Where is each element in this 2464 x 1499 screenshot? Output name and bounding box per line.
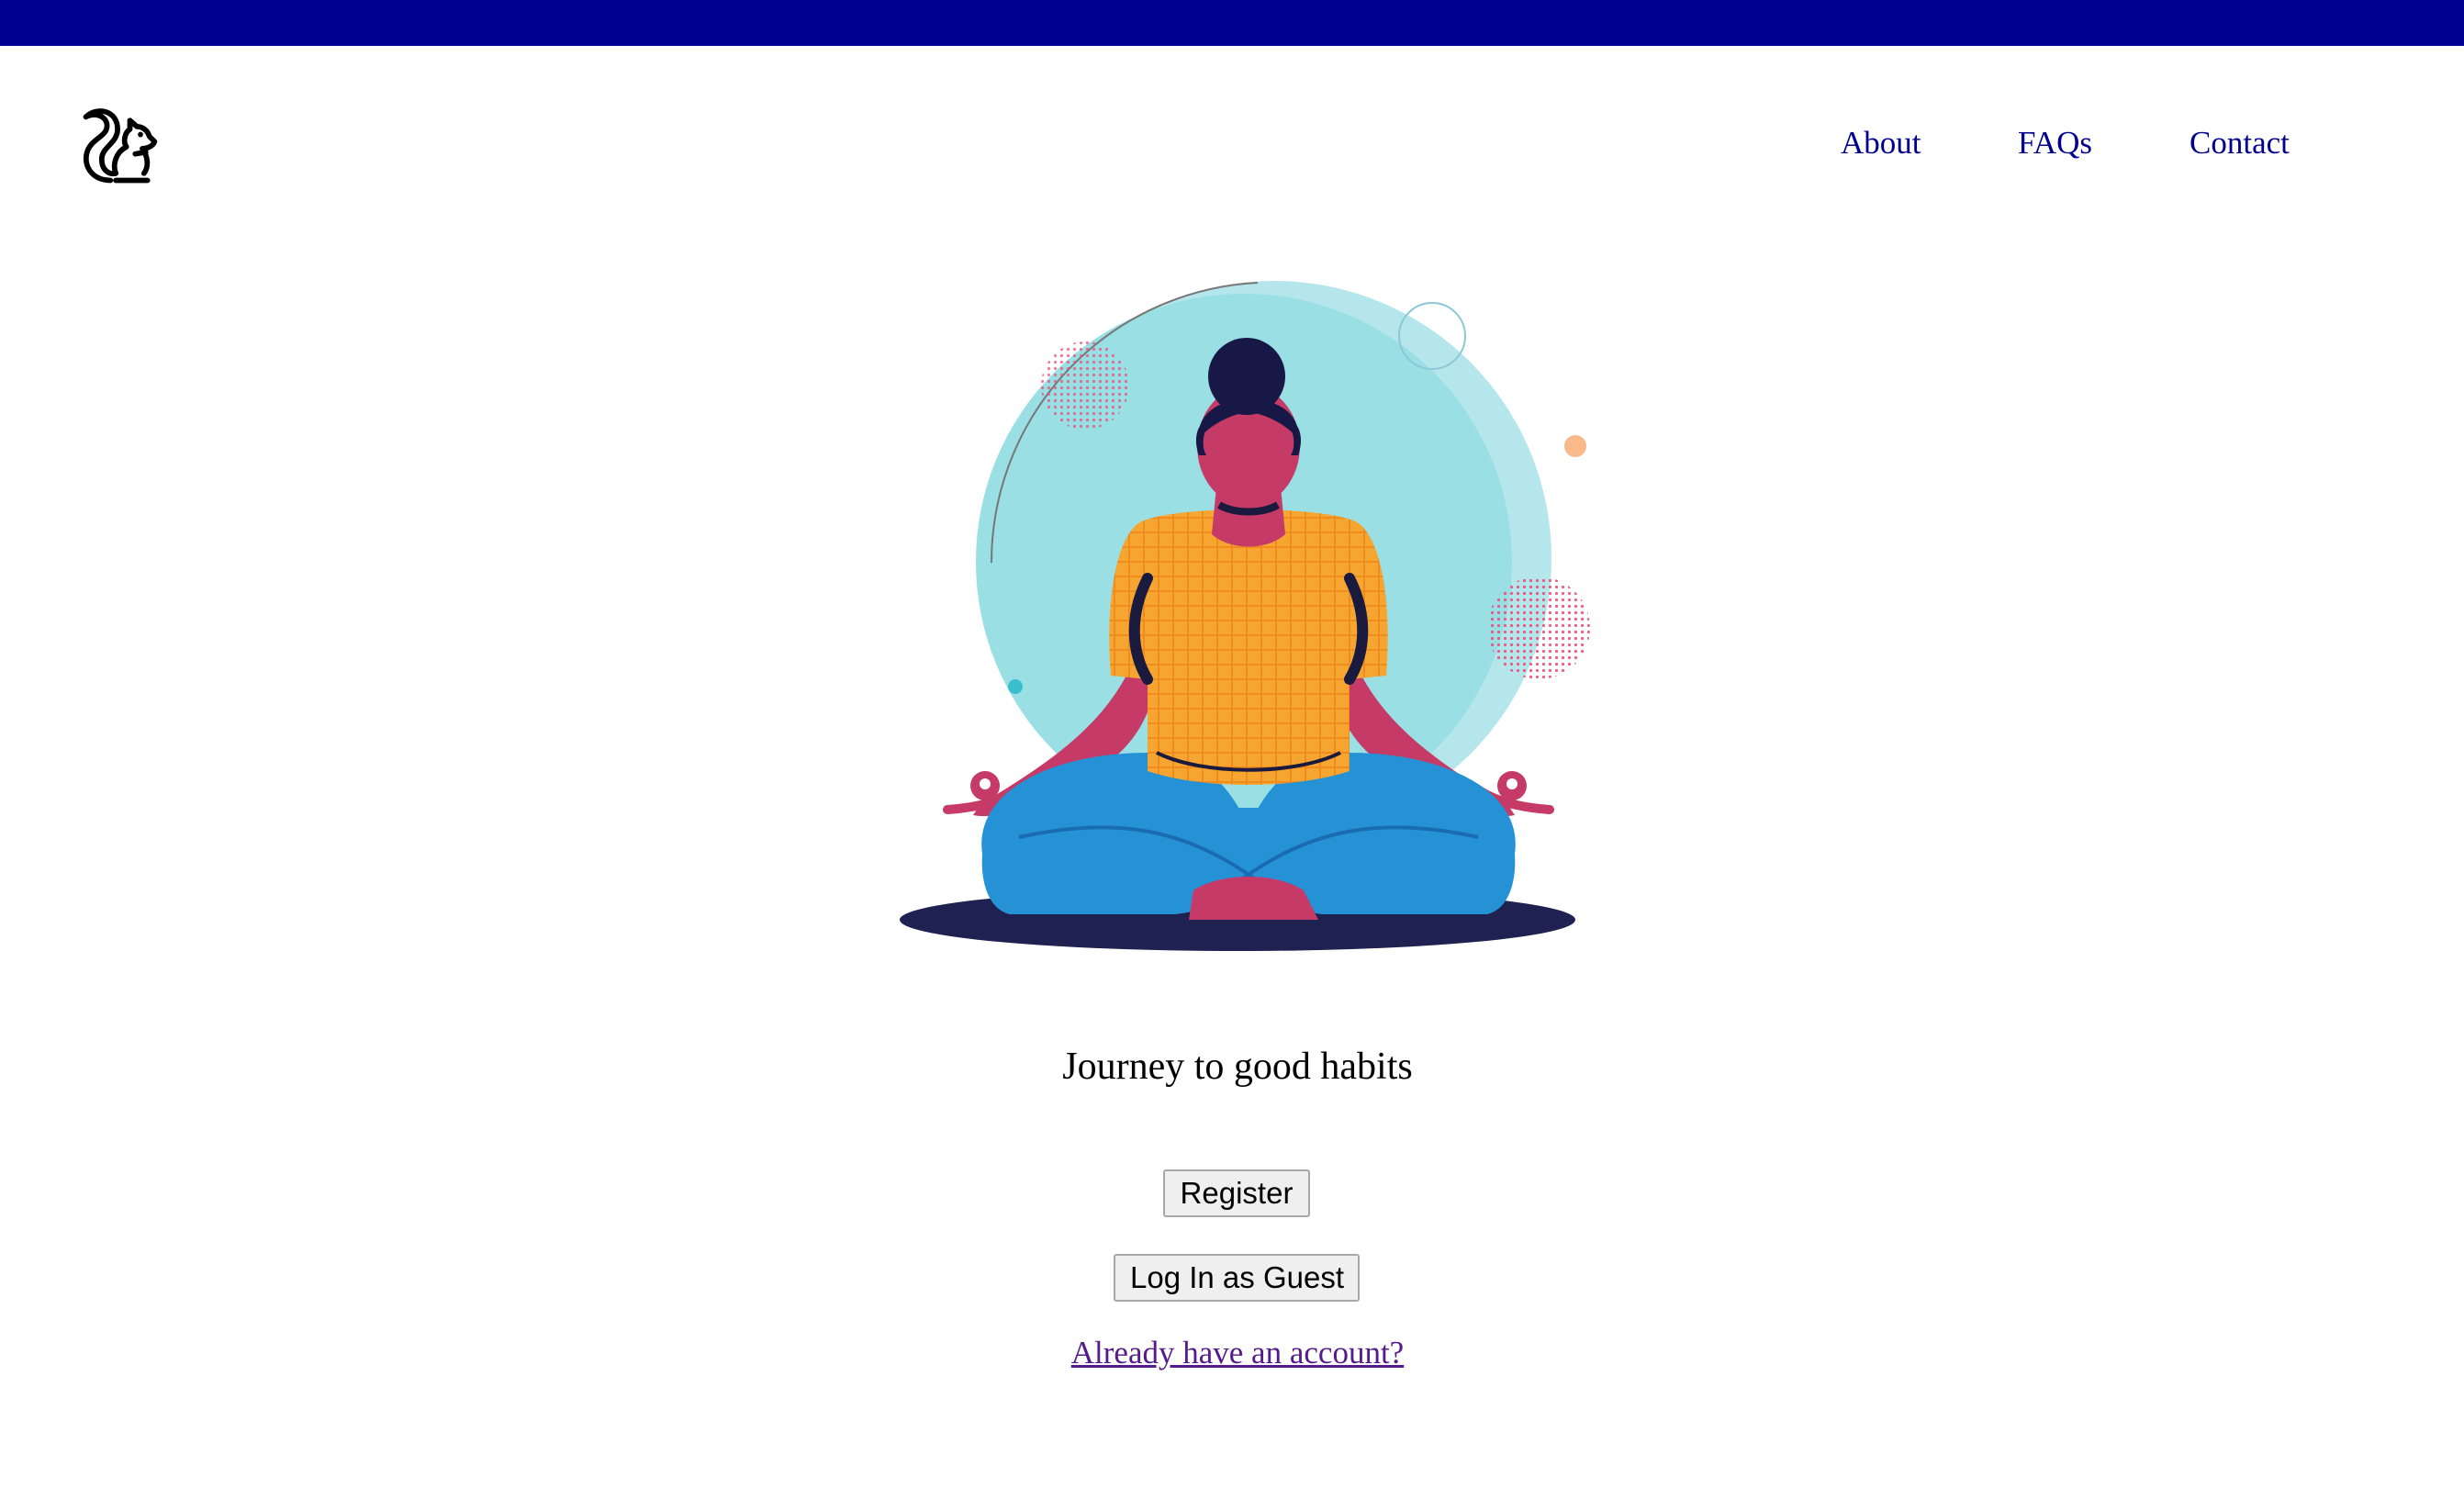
already-have-account-link[interactable]: Already have an account? (1071, 1335, 1404, 1370)
top-bar (0, 0, 2464, 46)
tagline: Journey to good habits (1062, 1046, 1413, 1088)
nav-about-link[interactable]: About (1841, 125, 1921, 162)
login-link-wrapper: Already have an account? (0, 1335, 2464, 1371)
main-nav: About FAQs Contact (0, 125, 2464, 171)
register-button[interactable]: Register (1163, 1169, 1310, 1217)
nav-faqs-link[interactable]: FAQs (2018, 125, 2092, 162)
guest-login-button[interactable]: Log In as Guest (1114, 1254, 1360, 1302)
nav-contact-link[interactable]: Contact (2190, 125, 2290, 162)
meditating-woman-illustration (900, 281, 1590, 951)
